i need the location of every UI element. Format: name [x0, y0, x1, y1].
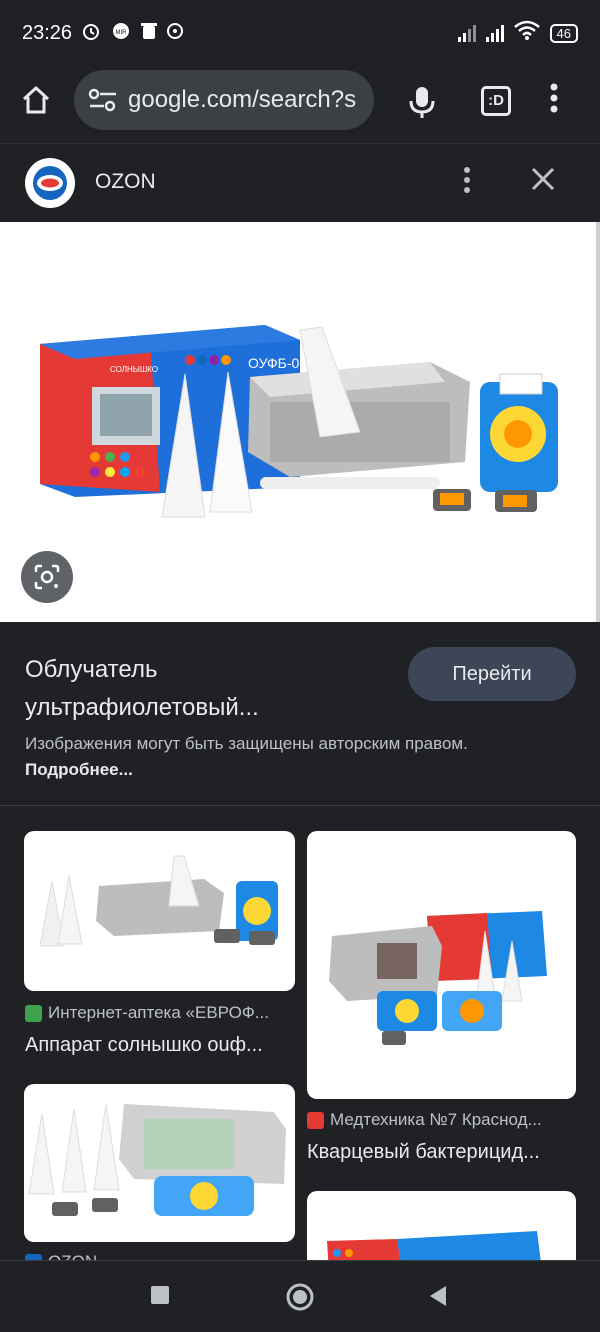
google-lens-button[interactable]: [21, 551, 73, 603]
pharmacy-icon: [25, 1004, 42, 1022]
scroll-indicator: [596, 222, 600, 622]
product-photo: СОЛНЫШКО ОУФБ-0: [40, 325, 558, 518]
related-source-text-1: Интернет-аптека «ЕВРОФ...: [48, 1003, 269, 1022]
box-model-text: ОУФБ-0: [248, 355, 300, 371]
home-button[interactable]: [0, 84, 72, 116]
more-vert-icon: [550, 83, 558, 113]
tab-switcher-button[interactable]: :D: [481, 86, 511, 116]
related-image-3[interactable]: [24, 1084, 295, 1242]
home-icon: [22, 86, 50, 114]
copyright-text: Изображения могут быть защищены авторски…: [25, 734, 468, 753]
learn-more-link[interactable]: Подробнее...: [25, 760, 133, 779]
related-image-2[interactable]: [307, 831, 576, 1099]
mir-icon: MIR: [110, 22, 132, 44]
copyright-notice: Изображения могут быть защищены авторски…: [25, 731, 495, 783]
browser-toolbar: google.com/search?s :D: [0, 66, 600, 142]
mic-icon: [409, 87, 435, 118]
home-nav-button[interactable]: [286, 1283, 314, 1316]
related-image-4[interactable]: [307, 1191, 576, 1260]
sync-icon: [166, 22, 184, 44]
back-button[interactable]: [428, 1285, 448, 1312]
image-source-header: OZON: [0, 143, 600, 221]
signal-icon: [457, 24, 476, 42]
source-name[interactable]: OZON: [95, 170, 156, 194]
medtech-icon: [307, 1111, 324, 1129]
related-images-grid: Интернет-аптека «ЕВРОФ... Аппарат солныш…: [0, 806, 600, 1260]
more-vert-icon: [464, 167, 470, 193]
related-source-2[interactable]: Медтехника №7 Краснод...: [307, 1110, 576, 1130]
related-source-1[interactable]: Интернет-аптека «ЕВРОФ...: [25, 1003, 295, 1023]
square-icon: [151, 1286, 169, 1304]
status-bar: 23:26 MIR 46: [0, 0, 600, 66]
status-time: 23:26: [22, 21, 73, 44]
related-source-3[interactable]: OZON: [25, 1252, 295, 1260]
alarm-icon: [81, 21, 101, 45]
lens-icon: [34, 564, 60, 590]
recent-apps-button[interactable]: [150, 1285, 170, 1310]
close-button[interactable]: [528, 164, 558, 203]
battery-indicator: 46: [549, 23, 578, 43]
visit-button[interactable]: Перейти: [408, 647, 576, 701]
circle-icon: [286, 1283, 314, 1311]
browser-menu-button[interactable]: [548, 82, 560, 120]
svg-text:MIR: MIR: [116, 30, 128, 36]
related-source-text-3: OZON: [48, 1252, 97, 1260]
source-more-button[interactable]: [462, 166, 472, 201]
related-source-text-2: Медтехника №7 Краснод...: [330, 1110, 542, 1129]
preview-image[interactable]: СОЛНЫШКО ОУФБ-0: [0, 222, 600, 622]
image-detail-panel: Облучатель ультрафиолетовый... Перейти И…: [0, 622, 600, 805]
voice-search-button[interactable]: [404, 84, 440, 125]
close-icon: [531, 167, 555, 191]
wifi-icon: [513, 20, 540, 46]
url-text: google.com/search?s: [128, 86, 357, 113]
related-title-2[interactable]: Кварцевый бактерицид...: [307, 1141, 576, 1164]
image-title[interactable]: Облучатель ультрафиолетовый...: [25, 651, 390, 727]
signal-icon-2: [485, 24, 504, 42]
box-brand-text: СОЛНЫШКО: [110, 365, 158, 374]
back-triangle-icon: [430, 1286, 446, 1306]
system-navigation-bar: [0, 1260, 600, 1332]
address-bar[interactable]: google.com/search?s: [74, 70, 374, 130]
site-settings-icon[interactable]: [88, 88, 118, 112]
trash-icon: [141, 22, 158, 44]
ozon-logo: [25, 158, 75, 208]
related-title-1[interactable]: Аппарат солнышко ouф...: [25, 1034, 295, 1057]
related-image-1[interactable]: [24, 831, 295, 991]
